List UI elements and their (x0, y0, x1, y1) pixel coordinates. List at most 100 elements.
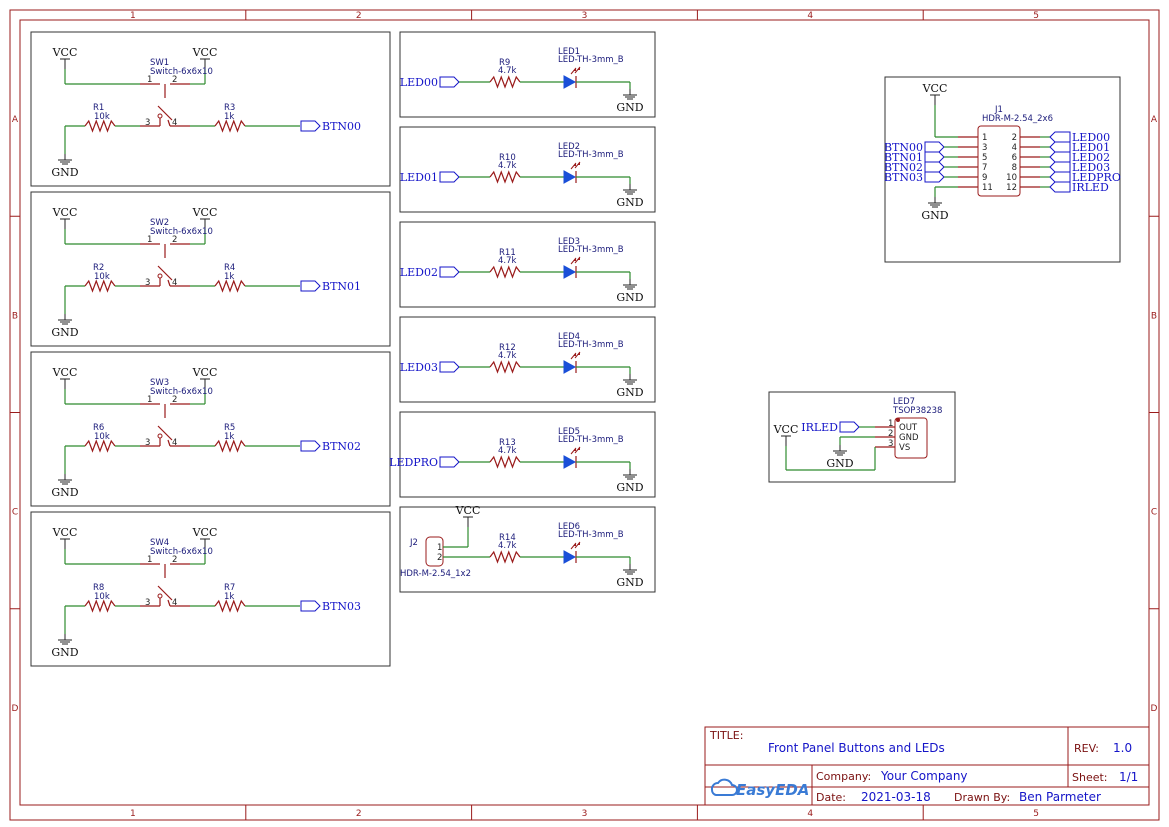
gnd-label: GND (51, 646, 78, 659)
vcc-label: VCC (52, 526, 78, 539)
switch-contact (157, 273, 163, 279)
vcc-label: VCC (52, 206, 78, 219)
pin-number: 2 (1012, 133, 1017, 143)
switch-body (167, 599, 171, 607)
pin-number: 3 (145, 598, 150, 608)
gnd-label: GND (616, 481, 643, 494)
rev-label: REV: (1074, 742, 1099, 755)
vcc-label: VCC (192, 46, 218, 59)
led-diode-icon (563, 265, 577, 279)
pin-number: 6 (1012, 153, 1017, 163)
jumper-value: HDR-M-2.54_1x2 (400, 569, 471, 579)
net-flag (1049, 151, 1071, 163)
column-label: 3 (582, 11, 588, 21)
switch-contact (157, 593, 163, 599)
header-j1: J1HDR-M-2.54_2x61 23 45 67 89 1011 12VCCBTN00B… (884, 82, 1121, 222)
net-label: BTN02 (322, 440, 361, 453)
gnd-label: GND (51, 166, 78, 179)
switch-body (167, 439, 171, 447)
sheet-value: 1/1 (1119, 770, 1138, 784)
resistor-value: 1k (224, 432, 234, 442)
led-net-flag (439, 456, 460, 468)
easyeda-logo-text: EasyEDA (736, 781, 809, 799)
column-label: 2 (356, 809, 362, 819)
column-label: 1 (130, 11, 136, 21)
led-circuits: LED00R94.7kLED1LED-TH-3mm_BGNDLED01R104.… (389, 47, 644, 589)
column-label: 4 (807, 809, 813, 819)
row-label: D (1151, 704, 1158, 714)
header-net-flag (924, 151, 945, 163)
led-circuit-1: LED00R94.7kLED1LED-TH-3mm_BGND (400, 47, 644, 114)
row-label: B (1151, 311, 1157, 321)
series-resistor (214, 279, 246, 293)
pin1-marker (896, 418, 900, 422)
switch-value: Switch-6x6x10 (150, 67, 213, 77)
vcc-label: VCC (922, 82, 948, 95)
led-net-flag (439, 266, 460, 278)
pin-name: OUT (899, 423, 918, 433)
vcc-label: VCC (192, 206, 218, 219)
pin-number: 4 (172, 438, 177, 448)
pin-number: 3 (982, 143, 987, 153)
switch-body (167, 119, 171, 127)
vcc-label: VCC (192, 366, 218, 379)
vcc-label: VCC (52, 46, 78, 59)
net-label: BTN00 (322, 120, 361, 133)
pin-number: 2 (437, 553, 442, 563)
resistor-value: 1k (224, 112, 234, 122)
row-label: C (1151, 508, 1157, 518)
gnd-label: GND (51, 486, 78, 499)
date-label: Date: (816, 791, 846, 804)
column-label: 4 (807, 11, 813, 21)
led-diode-icon (563, 550, 577, 564)
led-net-flag (439, 76, 460, 88)
pulldown-resistor (84, 439, 116, 453)
net-flag (1049, 131, 1071, 143)
pulldown-resistor (84, 599, 116, 613)
net-flag (1049, 141, 1071, 153)
net-flag (1049, 161, 1071, 173)
led-resistor (489, 170, 521, 184)
switch-value: Switch-6x6x10 (150, 387, 213, 397)
pin-number: 3 (145, 118, 150, 128)
vcc-label: VCC (192, 526, 218, 539)
led-net-flag (439, 361, 460, 373)
switch-value: Switch-6x6x10 (150, 547, 213, 557)
net-flag (1049, 171, 1071, 183)
led-net-flag (439, 171, 460, 183)
pin-number: 3 (145, 438, 150, 448)
header-net-label: BTN03 (884, 171, 923, 184)
pin-number: 4 (172, 118, 177, 128)
net-label: LED01 (400, 171, 438, 184)
pulldown-resistor (84, 279, 116, 293)
vcc-label: VCC (455, 504, 481, 517)
switch-contact (157, 433, 163, 439)
led-diode-icon (563, 455, 577, 469)
gnd-label: GND (616, 576, 643, 589)
pin-number: 4 (172, 278, 177, 288)
led-circuit-jumper: J2HDR-M-2.54_1x212VCCR144.7kLED6LED-TH-3… (400, 504, 644, 589)
led-circuit-4: LED03R124.7kLED4LED-TH-3mm_BGND (400, 332, 644, 399)
ir-receiver-circuit: LED7TSOP382381 OUT2 GND3 VSIRLEDGNDVCC (773, 397, 942, 471)
switch-body (167, 279, 171, 287)
net-label: LED02 (400, 266, 438, 279)
resistor-value: 4.7k (498, 66, 517, 76)
led-resistor (489, 265, 521, 279)
pin-number: 10 (1006, 173, 1017, 183)
pin-name: GND (899, 433, 919, 443)
company-value: Your Company (880, 769, 968, 783)
column-label: 5 (1033, 809, 1039, 819)
net-label: LEDPRO (389, 456, 438, 469)
led-circuit-3: LED02R114.7kLED3LED-TH-3mm_BGND (400, 237, 644, 304)
header-net-flag (924, 171, 945, 183)
gnd-label: GND (616, 196, 643, 209)
led-diode-icon (563, 75, 577, 89)
header-value: HDR-M-2.54_2x6 (982, 114, 1053, 124)
led-value: LED-TH-3mm_B (558, 245, 624, 255)
drawn-value: Ben Parmeter (1019, 790, 1101, 804)
series-resistor (214, 599, 246, 613)
pin-number: 4 (1012, 143, 1017, 153)
jumper-ref: J2 (409, 538, 418, 548)
resistor-value: 4.7k (498, 446, 517, 456)
ir-value: TSOP38238 (892, 406, 942, 416)
